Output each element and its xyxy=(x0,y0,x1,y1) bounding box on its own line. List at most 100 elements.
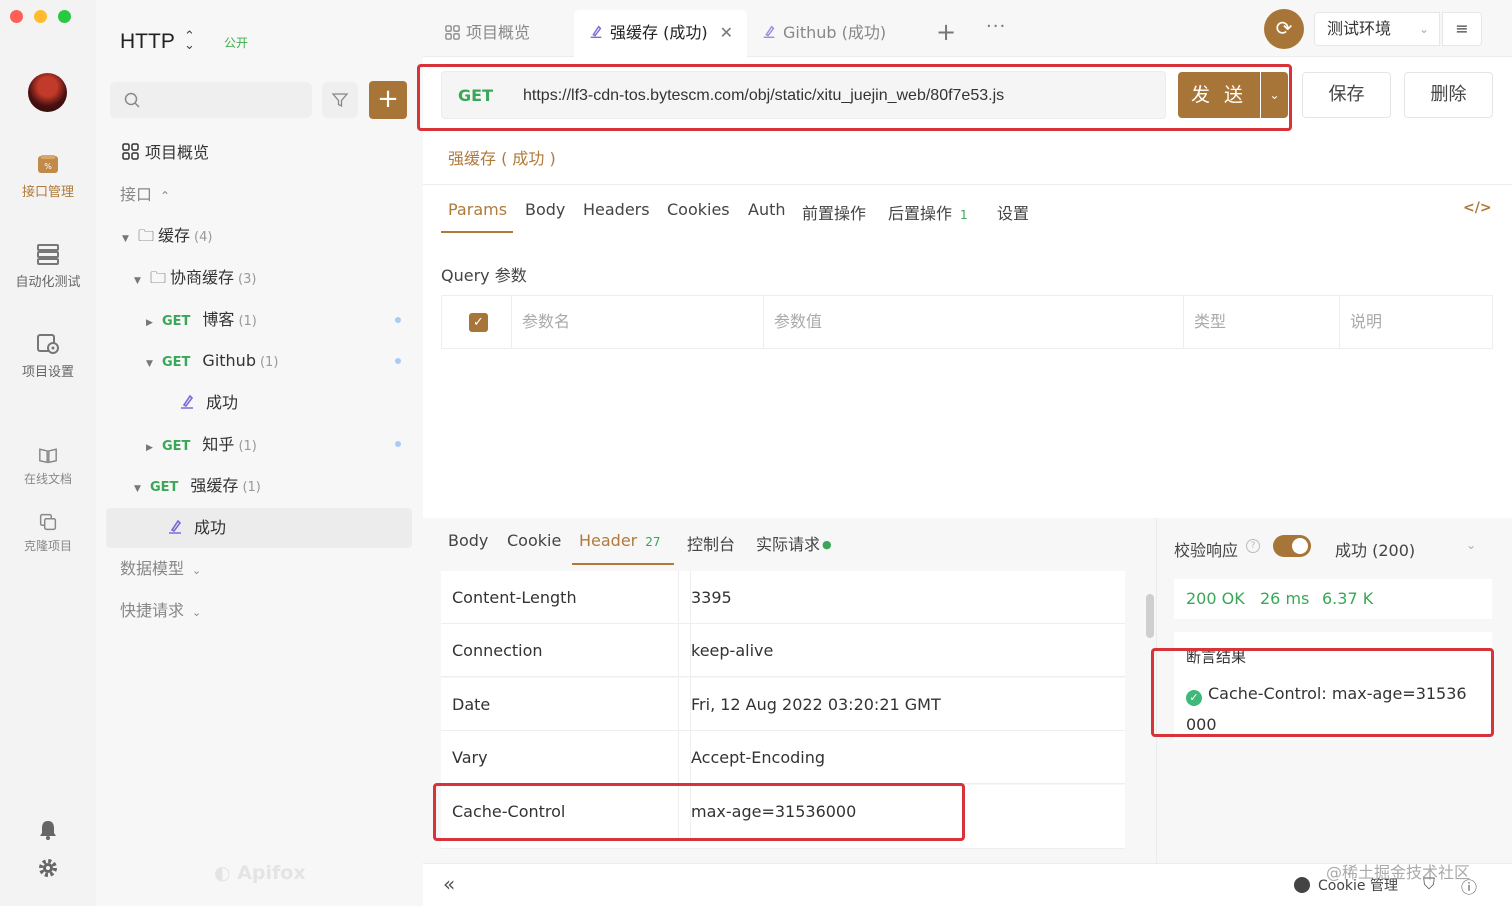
filter-icon xyxy=(332,93,348,108)
help-icon[interactable]: ? xyxy=(1246,539,1260,553)
grid-icon xyxy=(445,25,460,40)
project-switch-icon[interactable]: ⌃ ⌄ xyxy=(184,30,195,52)
tree-case-github-success[interactable]: 成功 xyxy=(178,383,238,423)
refresh-icon: ⟳ xyxy=(1275,16,1293,40)
table-row: Vary Accept-Encoding xyxy=(441,731,1125,784)
collapse-sidebar-button[interactable]: « xyxy=(443,872,455,896)
environment-label: 测试环境 xyxy=(1327,19,1392,38)
api-label: 强缓存 xyxy=(190,476,239,495)
sidebar-section-interfaces[interactable]: 接口 ⌃ xyxy=(120,175,170,215)
column-header-description: 说明 xyxy=(1339,296,1493,348)
rail-item-clone-project[interactable]: 克隆项目 xyxy=(0,513,96,554)
save-button[interactable]: 保存 xyxy=(1302,72,1391,118)
scrollbar[interactable] xyxy=(1146,594,1154,638)
tab-github-success[interactable]: Github (成功) xyxy=(761,10,886,57)
tab-pre-operations[interactable]: 前置操作 xyxy=(802,200,866,224)
window-minimize-button[interactable] xyxy=(34,10,47,23)
column-header-type: 类型 xyxy=(1183,296,1339,348)
method-badge: GET xyxy=(162,314,191,329)
folder-count: (3) xyxy=(238,272,257,287)
sidebar-section-data-model[interactable]: 数据模型 ⌄ xyxy=(120,549,201,589)
response-tab-cookie[interactable]: Cookie xyxy=(507,531,561,550)
close-icon[interactable]: ✕ xyxy=(720,23,733,42)
apifox-logo: ◐ Apifox xyxy=(214,862,306,884)
response-tab-body[interactable]: Body xyxy=(448,531,488,550)
table-row: Date Fri, 12 Aug 2022 03:20:21 GMT xyxy=(441,678,1125,731)
tab-label: 实际请求 xyxy=(756,535,821,554)
environment-select[interactable]: 测试环境 ⌄ xyxy=(1314,12,1440,46)
code-icon[interactable]: </> xyxy=(1463,200,1492,216)
response-tab-actual-request[interactable]: 实际请求 ● xyxy=(756,531,832,555)
api-label: 知乎 xyxy=(202,435,235,454)
tree-api-strong-cache[interactable]: ▼ GET 强缓存 (1) xyxy=(134,466,261,506)
header-value: Fri, 12 Aug 2022 03:20:21 GMT xyxy=(690,678,941,731)
project-title[interactable]: HTTP xyxy=(120,30,175,54)
table-row: Connection keep-alive xyxy=(441,624,1125,677)
rail-item-label: 克隆项目 xyxy=(23,539,72,553)
response-time: 26 ms xyxy=(1260,589,1310,608)
grid-icon xyxy=(122,143,139,160)
verify-response-label: 校验响应 xyxy=(1174,541,1239,560)
gear-icon[interactable] xyxy=(37,857,59,879)
response-tab-header[interactable]: Header 27 xyxy=(579,531,661,550)
chevron-down-icon[interactable]: ⌄ xyxy=(1466,538,1476,552)
header-key: Content-Length xyxy=(452,588,577,607)
verify-response-toggle[interactable] xyxy=(1273,535,1311,557)
sidebar-item-overview[interactable]: 项目概览 xyxy=(122,133,209,173)
filter-button[interactable] xyxy=(322,82,358,118)
method-badge: GET xyxy=(162,439,191,454)
window-maximize-button[interactable] xyxy=(58,10,71,23)
tab-count-badge: 1 xyxy=(960,208,968,222)
tab-post-operations[interactable]: 后置操作 1 xyxy=(888,200,968,224)
sidebar-section-quick-request[interactable]: 快捷请求 ⌄ xyxy=(120,591,201,631)
tab-project-overview[interactable]: 项目概览 xyxy=(445,10,530,57)
highlight-box-url xyxy=(417,64,1292,131)
rail-item-automation-test[interactable]: 自动化测试 xyxy=(0,243,96,290)
tree-api-blog[interactable]: ▶ GET 博客 (1) xyxy=(146,300,257,340)
tab-label: 项目概览 xyxy=(466,23,531,42)
sidebar-item-label: 项目概览 xyxy=(145,143,210,162)
new-tab-button[interactable]: + xyxy=(936,18,956,46)
response-status-select[interactable]: 成功 (200) xyxy=(1335,537,1415,561)
table-row: Content-Length 3395 xyxy=(441,571,1125,624)
avatar[interactable] xyxy=(28,73,67,112)
tree-api-zhihu[interactable]: ▶ GET 知乎 (1) xyxy=(146,425,257,465)
more-tabs-button[interactable]: ··· xyxy=(986,16,1006,37)
tree-api-github[interactable]: ▼ GET Github (1) xyxy=(146,341,278,381)
rail-item-online-docs[interactable]: 在线文档 xyxy=(0,446,96,487)
column-divider xyxy=(678,678,679,731)
add-button[interactable]: + xyxy=(369,81,407,119)
tree-case-strong-success[interactable]: 成功 xyxy=(166,508,226,548)
header-key: Date xyxy=(452,695,491,714)
plus-icon: + xyxy=(936,18,957,46)
folder-count: (4) xyxy=(194,230,213,245)
tree-folder-cache[interactable]: ▼ 🗀 缓存 (4) xyxy=(122,216,212,256)
tab-headers[interactable]: Headers xyxy=(583,200,650,219)
tab-auth[interactable]: Auth xyxy=(748,200,786,219)
tree-folder-negotiate-cache[interactable]: ▼ 🗀 协商缓存 (3) xyxy=(134,258,256,298)
tab-body[interactable]: Body xyxy=(525,200,565,219)
selected-row-highlight xyxy=(106,508,412,548)
bell-icon[interactable] xyxy=(37,819,59,841)
rail-item-api-management[interactable]: % 接口管理 xyxy=(0,153,96,200)
chevron-up-icon: ⌃ xyxy=(160,189,171,203)
case-title[interactable]: 强缓存 ( 成功 ) xyxy=(448,145,556,169)
sync-button[interactable]: ⟳ xyxy=(1264,9,1304,49)
tab-params[interactable]: Params xyxy=(448,200,507,219)
window-close-button[interactable] xyxy=(10,10,23,23)
caret-right-icon: ▶ xyxy=(146,318,153,328)
search-input[interactable] xyxy=(110,82,312,118)
status-dot xyxy=(395,358,401,364)
ellipsis-icon: ··· xyxy=(986,16,1007,37)
response-tab-console[interactable]: 控制台 xyxy=(687,531,735,555)
status-dot xyxy=(395,441,401,447)
environment-menu-button[interactable]: ≡ xyxy=(1442,12,1482,46)
rail-item-project-settings[interactable]: 项目设置 xyxy=(0,333,96,380)
tab-label: Github (成功) xyxy=(783,23,887,42)
method-badge: GET xyxy=(162,355,191,370)
tab-settings[interactable]: 设置 xyxy=(997,200,1029,224)
select-all-checkbox[interactable]: ✓ xyxy=(469,313,488,332)
tab-strong-cache-success[interactable]: 强缓存 (成功) ✕ xyxy=(574,10,747,57)
delete-button[interactable]: 删除 xyxy=(1404,72,1493,118)
tab-cookies[interactable]: Cookies xyxy=(667,200,730,219)
